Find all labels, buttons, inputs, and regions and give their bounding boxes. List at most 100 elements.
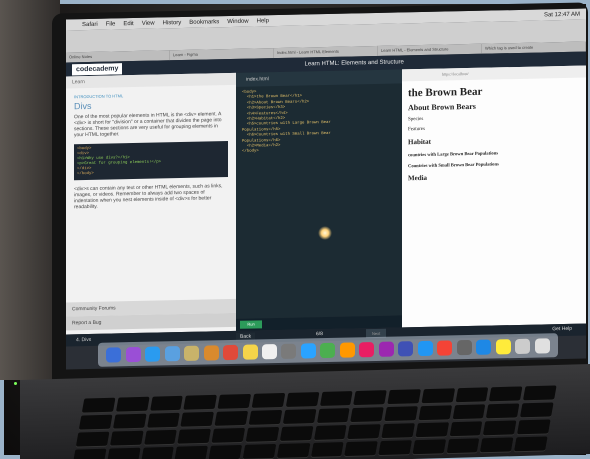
code-line: Populations</h5> xyxy=(242,127,281,133)
code-line: <body> xyxy=(242,90,257,95)
lesson-panel: Learn INTRODUCTION TO HTML Divs One of t… xyxy=(66,72,236,335)
menubar-clock: Sat 12:47 AM xyxy=(543,11,580,18)
dock-app-icon[interactable] xyxy=(242,343,258,360)
preview-h3: Species xyxy=(408,116,424,123)
dock-app-icon[interactable] xyxy=(281,343,297,359)
keyboard-key xyxy=(378,440,412,456)
keyboard-key xyxy=(489,386,523,402)
section-label: INTRODUCTION TO HTML xyxy=(74,93,124,100)
dock-app-icon[interactable] xyxy=(417,340,433,356)
lesson-heading: Divs xyxy=(74,100,92,112)
dock-app-icon[interactable] xyxy=(476,339,492,355)
keyboard-key xyxy=(455,387,489,403)
keyboard-key xyxy=(106,447,141,459)
keyboard-key xyxy=(208,444,243,459)
dock-app-icon[interactable] xyxy=(534,337,550,354)
code-line: Populations</h6> xyxy=(242,138,281,144)
get-help-button[interactable]: Get Help xyxy=(552,326,572,332)
menu-file[interactable]: File xyxy=(106,21,116,27)
keyboard-key xyxy=(217,393,252,409)
keyboard-key xyxy=(81,397,116,413)
report-bug-link[interactable]: Report a Bug xyxy=(66,312,236,331)
lesson-paragraph: <div>s can contain any text or other HTM… xyxy=(74,183,223,211)
keyboard-key xyxy=(344,441,378,457)
keyboard-key xyxy=(78,414,113,430)
dock-app-icon[interactable] xyxy=(398,340,414,356)
keyboard-key xyxy=(421,388,455,404)
dock-app-icon[interactable] xyxy=(261,343,277,359)
keyboard-key xyxy=(174,445,209,459)
keyboard-key xyxy=(316,408,350,423)
keyboard-key xyxy=(143,429,178,445)
keyboard-key xyxy=(140,446,175,459)
dock-app-icon[interactable] xyxy=(515,338,531,354)
keyboard-key xyxy=(75,431,110,447)
dock-app-icon[interactable] xyxy=(437,339,453,356)
menu-safari[interactable]: Safari xyxy=(82,21,98,27)
keyboard-key xyxy=(248,409,282,425)
dock-app-icon[interactable] xyxy=(223,344,239,360)
dock-app-icon[interactable] xyxy=(359,341,375,357)
lesson-menu[interactable]: 4. Divs xyxy=(76,337,91,343)
code-line: <h2>Media</h2> xyxy=(242,144,281,149)
code-line: <h4>Features</h4> xyxy=(242,111,288,117)
dock-app-icon[interactable] xyxy=(456,339,472,355)
dock-app-icon[interactable] xyxy=(164,345,180,361)
preview-h2: Media xyxy=(408,173,428,183)
keyboard-key xyxy=(279,426,313,441)
keyboard-key xyxy=(384,406,418,422)
code-editor[interactable]: index.html <body> <h1>the Brown Bear</h1… xyxy=(236,69,402,319)
keyboard-key xyxy=(149,395,184,411)
dock-app-icon[interactable] xyxy=(378,341,394,357)
keyboard-key xyxy=(517,419,551,435)
light-reflection xyxy=(318,226,332,240)
keyboard-key xyxy=(350,407,384,423)
laptop-screen: Safari File Edit View History Bookmarks … xyxy=(66,8,586,370)
dock-app-icon[interactable] xyxy=(300,342,316,359)
dock-app-icon[interactable] xyxy=(320,342,336,358)
dock-app-icon[interactable] xyxy=(203,344,219,361)
menu-bookmarks[interactable]: Bookmarks xyxy=(189,19,219,26)
dock-app-icon[interactable] xyxy=(145,345,161,362)
code-line: <h3>Species</h3> xyxy=(242,106,286,111)
preview-url[interactable]: https://localhost/ xyxy=(402,65,586,82)
keyboard-key xyxy=(319,391,353,406)
keyboard-key xyxy=(523,385,557,401)
course-title: Learn HTML: Elements and Structure xyxy=(304,59,404,68)
dock-app-icon[interactable] xyxy=(184,345,200,361)
keyboard-key xyxy=(418,405,452,421)
preview-h2: About Brown Bears xyxy=(408,101,476,113)
editor-code[interactable]: <body> <h1>the Brown Bear</h1> <h2>About… xyxy=(242,87,402,155)
keyboard-key xyxy=(183,394,218,410)
keyboard-key xyxy=(347,424,381,440)
keyboard xyxy=(72,385,557,459)
menu-history[interactable]: History xyxy=(163,20,182,26)
editor-filename-tab[interactable]: index.html xyxy=(236,69,402,87)
keyboard-key xyxy=(242,443,277,459)
keyboard-key xyxy=(353,390,387,406)
keyboard-key xyxy=(109,430,144,446)
dock-app-icon[interactable] xyxy=(106,346,122,363)
example-code-block: <body> <div> <h1>Why use divs?</h1> <p>G… xyxy=(74,141,228,181)
keyboard-key xyxy=(449,421,483,437)
keyboard-key xyxy=(310,442,344,457)
keyboard-key xyxy=(412,439,446,455)
code-line: </body> xyxy=(242,149,259,155)
menu-view[interactable]: View xyxy=(142,20,155,26)
dock-app-icon[interactable] xyxy=(495,338,511,354)
dock-app-icon[interactable] xyxy=(125,346,141,362)
keyboard-key xyxy=(381,423,415,439)
keyboard-key xyxy=(446,438,480,454)
dock-app-icon[interactable] xyxy=(339,341,355,358)
codecademy-logo[interactable]: codecademy xyxy=(72,62,123,75)
code-line: <h1>the Brown Bear</h1> xyxy=(242,94,303,101)
menu-help[interactable]: Help xyxy=(257,18,269,24)
code-line: <h2>About Brown Bears</h2> xyxy=(242,100,310,106)
keyboard-key xyxy=(211,427,246,443)
run-button[interactable]: Run xyxy=(240,320,262,329)
keyboard-key xyxy=(313,425,347,440)
menu-window[interactable]: Window xyxy=(227,18,248,24)
keyboard-key xyxy=(115,396,150,412)
keyboard-key xyxy=(72,448,107,459)
menu-edit[interactable]: Edit xyxy=(123,21,133,27)
